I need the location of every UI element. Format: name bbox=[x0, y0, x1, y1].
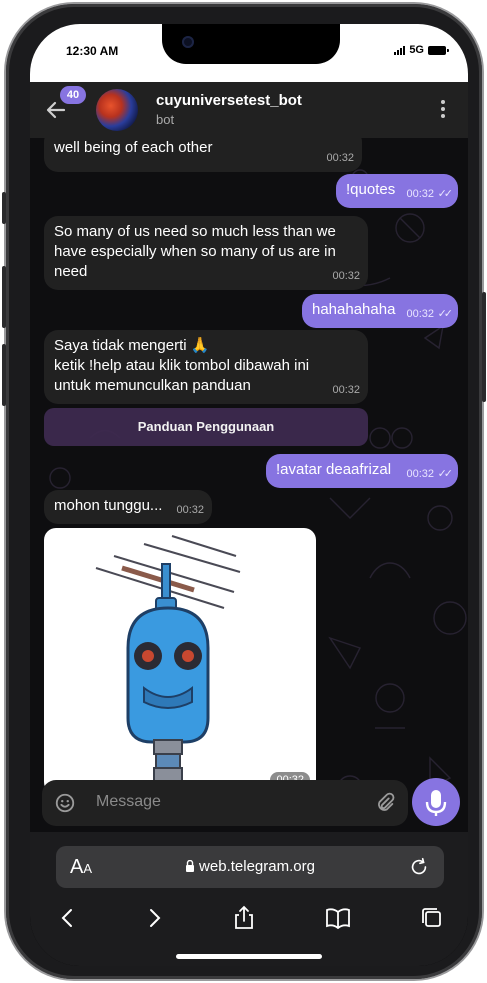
front-camera bbox=[182, 36, 194, 48]
message-incoming[interactable]: well being of each other 00:32 bbox=[44, 138, 362, 172]
power-button bbox=[482, 292, 486, 402]
message-time: 00:32 bbox=[332, 270, 360, 282]
phone-frame: 12:30 AM 5G 40 cuyuniversetest_bot bot w… bbox=[2, 4, 486, 979]
message-time: 00:32 bbox=[406, 188, 434, 200]
lock-icon bbox=[186, 859, 195, 872]
microphone-button[interactable] bbox=[412, 778, 460, 826]
message-outgoing[interactable]: hahahahaha 00:32 ✓✓ bbox=[302, 294, 458, 328]
message-line: untuk memunculkan panduan bbox=[54, 377, 251, 394]
screen: 12:30 AM 5G 40 cuyuniversetest_bot bot w… bbox=[30, 24, 468, 966]
chat-header: 40 cuyuniversetest_bot bot bbox=[30, 82, 468, 138]
message-text: mohon tunggu... bbox=[54, 497, 163, 514]
message-outgoing[interactable]: !quotes 00:32 ✓✓ bbox=[336, 174, 458, 208]
robot-avatar-image bbox=[95, 535, 241, 794]
chat-title[interactable]: cuyuniversetest_bot bbox=[156, 92, 302, 109]
message-time: 00:32 bbox=[406, 468, 434, 480]
message-line: have especially when so many of us are i… bbox=[54, 243, 336, 260]
message-line: So many of us need so much less than we bbox=[54, 223, 336, 240]
status-indicators: 5G bbox=[394, 44, 449, 56]
chat-area[interactable]: well being of each other 00:32 !quotes 0… bbox=[30, 138, 468, 832]
browser-back-icon[interactable] bbox=[54, 904, 82, 932]
signal-icon bbox=[394, 45, 406, 55]
emoji-icon[interactable] bbox=[54, 792, 76, 814]
tabs-icon[interactable] bbox=[418, 904, 446, 932]
message-text: !avatar deaafrizal bbox=[276, 461, 392, 478]
notch bbox=[162, 24, 340, 64]
read-ticks-icon: ✓✓ bbox=[437, 308, 454, 320]
read-ticks-icon: ✓✓ bbox=[437, 468, 454, 480]
home-indicator[interactable] bbox=[176, 954, 322, 959]
message-input[interactable]: Message bbox=[42, 780, 408, 826]
message-line: need bbox=[54, 263, 88, 280]
message-text: well being of each other bbox=[54, 139, 213, 156]
bot-avatar[interactable] bbox=[96, 89, 138, 131]
browser-forward-icon[interactable] bbox=[140, 904, 168, 932]
message-placeholder: Message bbox=[96, 793, 161, 810]
volume-down-button bbox=[2, 344, 6, 406]
browser-toolbar: AA web.telegram.org bbox=[30, 832, 468, 966]
battery-icon bbox=[428, 45, 449, 55]
volume-up-button bbox=[2, 266, 6, 328]
bookmarks-icon[interactable] bbox=[324, 904, 352, 932]
microphone-icon bbox=[425, 790, 447, 816]
chat-subtitle: bot bbox=[156, 112, 175, 127]
message-incoming[interactable]: mohon tunggu... 00:32 bbox=[44, 490, 212, 524]
message-incoming[interactable]: Saya tidak mengerti 🙏 ketik !help atau k… bbox=[44, 330, 368, 404]
status-bar: 12:30 AM 5G bbox=[30, 24, 468, 82]
browser-nav-row bbox=[30, 904, 468, 934]
unread-badge: 40 bbox=[60, 86, 86, 104]
message-time: 00:32 bbox=[326, 152, 354, 164]
message-text: !quotes bbox=[346, 181, 396, 198]
attach-icon[interactable] bbox=[374, 792, 396, 814]
message-line: Saya tidak mengerti 🙏 bbox=[54, 337, 210, 354]
message-time: 00:32 bbox=[176, 504, 204, 516]
address-bar[interactable]: AA web.telegram.org bbox=[56, 846, 444, 888]
network-label: 5G bbox=[409, 44, 424, 56]
mute-switch bbox=[2, 192, 6, 224]
image-message[interactable]: 00:32 bbox=[44, 528, 316, 794]
inline-keyboard-button[interactable]: Panduan Penggunaan bbox=[44, 408, 368, 446]
composer: Message bbox=[30, 776, 468, 832]
share-icon[interactable] bbox=[230, 904, 258, 932]
url-text: web.telegram.org bbox=[199, 858, 315, 875]
message-line: ketik !help atau klik tombol dibawah ini bbox=[54, 357, 310, 374]
more-menu-icon[interactable] bbox=[440, 100, 446, 120]
reload-icon[interactable] bbox=[408, 856, 430, 878]
url-display[interactable]: web.telegram.org bbox=[56, 858, 444, 875]
status-time: 12:30 AM bbox=[66, 44, 119, 58]
read-ticks-icon: ✓✓ bbox=[437, 188, 454, 200]
message-text: hahahahaha bbox=[312, 301, 396, 318]
message-outgoing[interactable]: !avatar deaafrizal 00:32 ✓✓ bbox=[266, 454, 458, 488]
message-time: 00:32 bbox=[332, 384, 360, 396]
message-incoming[interactable]: So many of us need so much less than we … bbox=[44, 216, 368, 290]
message-time: 00:32 bbox=[406, 308, 434, 320]
